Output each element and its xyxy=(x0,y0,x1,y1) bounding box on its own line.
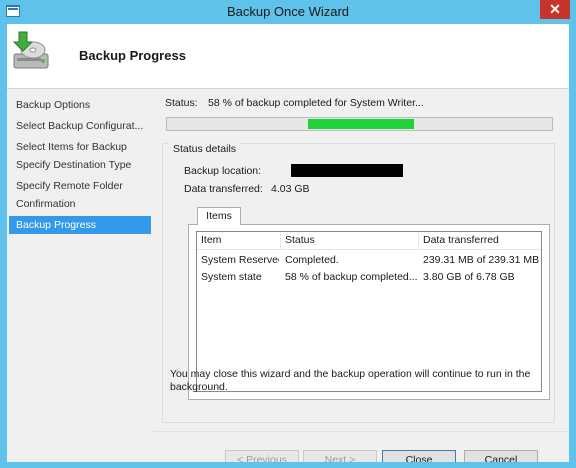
backup-drive-icon xyxy=(12,31,49,69)
close-button[interactable]: Close xyxy=(382,450,456,462)
nav-item-backup-progress[interactable]: Backup Progress xyxy=(9,216,151,234)
next-button[interactable]: Next > xyxy=(303,450,377,462)
row-0-status[interactable]: Completed. xyxy=(285,254,417,266)
row-0-data-transferred[interactable]: 239.31 MB of 239.31 MB xyxy=(423,254,539,266)
window-close-button[interactable]: ✕ xyxy=(540,0,570,19)
wizard-client-area: Backup Progress Backup Options Select Ba… xyxy=(7,24,569,462)
data-transferred-value: 4.03 GB xyxy=(271,183,310,195)
nav-item-backup-options[interactable]: Backup Options xyxy=(9,96,151,114)
backup-progress-bar xyxy=(166,117,553,131)
column-header-status[interactable]: Status xyxy=(281,232,419,249)
cancel-button[interactable]: Cancel xyxy=(464,450,538,462)
row-1-item[interactable]: System state xyxy=(201,271,279,283)
data-transferred-label: Data transferred: xyxy=(184,183,263,195)
previous-button[interactable]: < Previous xyxy=(225,450,299,462)
progress-bar-fill xyxy=(308,119,414,129)
row-1-status[interactable]: 58 % of backup completed... xyxy=(285,271,417,283)
wizard-header: Backup Progress xyxy=(7,24,569,89)
nav-item-select-items-for-backup[interactable]: Select Items for Backup xyxy=(9,138,151,156)
items-list-header: Item Status Data transferred xyxy=(197,232,541,250)
backup-location-label: Backup location: xyxy=(184,165,262,177)
nav-item-confirmation[interactable]: Confirmation xyxy=(9,195,151,213)
title-bar[interactable]: Backup Once Wizard ✕ xyxy=(0,0,576,24)
status-label: Status: xyxy=(165,97,198,109)
row-0-item[interactable]: System Reserved xyxy=(201,254,279,266)
column-header-data-transferred[interactable]: Data transferred xyxy=(419,232,541,249)
window-title: Backup Once Wizard xyxy=(226,4,350,19)
status-details-title: Status details xyxy=(169,143,241,155)
tab-items[interactable]: Items xyxy=(197,207,241,225)
wizard-nav: Backup Options Select Backup Configurat.… xyxy=(7,89,153,462)
footer-divider xyxy=(153,431,569,432)
close-info-note: You may close this wizard and the backup… xyxy=(170,368,531,393)
status-text: 58 % of backup completed for System Writ… xyxy=(208,97,424,109)
backup-location-value-redacted xyxy=(291,164,403,177)
nav-item-specify-remote-folder[interactable]: Specify Remote Folder xyxy=(9,177,151,195)
page-title: Backup Progress xyxy=(79,48,186,63)
row-1-data-transferred[interactable]: 3.80 GB of 6.78 GB xyxy=(423,271,539,283)
nav-item-specify-destination-type[interactable]: Specify Destination Type xyxy=(9,156,151,174)
main-panel: Status: 58 % of backup completed for Sys… xyxy=(153,89,569,462)
wizard-window: Backup Once Wizard ✕ Backup Progress Bac… xyxy=(0,0,576,468)
nav-item-select-backup-configuration[interactable]: Select Backup Configurat... xyxy=(9,117,151,135)
column-header-item[interactable]: Item xyxy=(197,232,281,249)
